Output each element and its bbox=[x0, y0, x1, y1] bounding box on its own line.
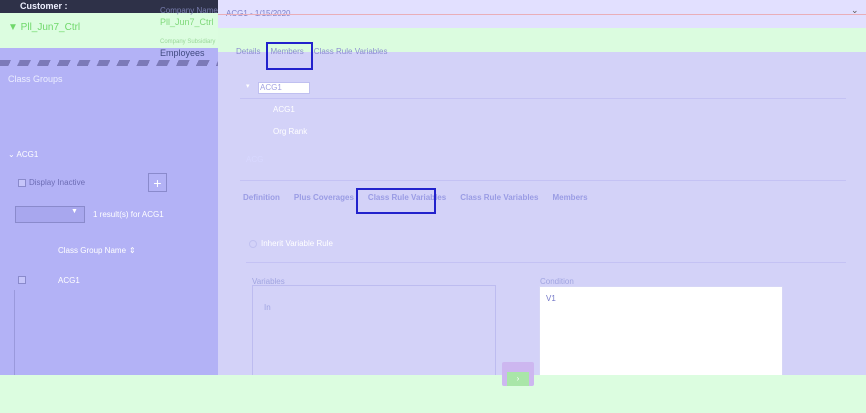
chevron-down-icon[interactable]: ⌄ bbox=[851, 5, 859, 16]
main-footer-area bbox=[218, 375, 866, 413]
sidebar-footer-area bbox=[0, 375, 218, 413]
company-name-label: Company Name bbox=[160, 6, 218, 15]
tree-node-label: ACG1 bbox=[260, 83, 282, 92]
inherit-rule-option[interactable]: Inherit Variable Rule bbox=[249, 239, 333, 248]
customer-label: Customer : bbox=[20, 1, 68, 11]
radio-label: Inherit Variable Rule bbox=[261, 239, 333, 248]
focus-ring bbox=[356, 188, 436, 214]
column-header-class-group-name[interactable]: Class Group Name bbox=[58, 246, 126, 255]
decorative-stripe bbox=[0, 60, 218, 66]
add-class-group-button[interactable]: + bbox=[148, 173, 167, 192]
display-inactive-label: Display Inactive bbox=[29, 178, 86, 187]
divider bbox=[240, 180, 846, 181]
customer-dropdown[interactable]: ▼ Pll_Jun7_Ctrl bbox=[8, 22, 80, 33]
focus-ring bbox=[266, 42, 313, 70]
row-checkbox[interactable] bbox=[18, 276, 26, 284]
radio-button[interactable] bbox=[249, 239, 257, 248]
table-row-name[interactable]: ACG1 bbox=[58, 276, 80, 285]
tab-class-rule-variables[interactable]: Class Rule Variables bbox=[460, 193, 538, 202]
tab-plus-coverages[interactable]: Plus Coverages bbox=[294, 193, 354, 202]
variables-list-item[interactable]: In bbox=[264, 303, 271, 312]
caret-down-icon[interactable]: ▾ bbox=[246, 82, 250, 90]
tab-definition[interactable]: Definition bbox=[243, 193, 280, 202]
tab-class-rule-variables[interactable]: Class Rule Variables bbox=[314, 47, 388, 56]
caret-down-icon: ▼ bbox=[71, 208, 78, 215]
divider bbox=[14, 290, 15, 380]
tab-details[interactable]: Details bbox=[236, 47, 260, 56]
results-count: 1 result(s) for ACG1 bbox=[93, 210, 164, 219]
class-groups-title: Class Groups bbox=[8, 74, 63, 84]
tree-item[interactable]: ACG bbox=[246, 155, 263, 164]
display-inactive-checkbox[interactable] bbox=[18, 178, 26, 187]
sort-icon[interactable]: ⇕ bbox=[129, 246, 136, 255]
tree-child-item[interactable]: ACG1 bbox=[273, 105, 295, 114]
action-button-label: › bbox=[507, 372, 529, 386]
divider bbox=[218, 14, 866, 15]
company-name-value: Pll_Jun7_Ctrl bbox=[160, 17, 214, 27]
tree-child-item[interactable]: Org Rank bbox=[273, 127, 307, 136]
divider bbox=[240, 98, 846, 99]
company-subsidiary-label: Company Subsidiary bbox=[160, 39, 216, 45]
tab-members[interactable]: Members bbox=[552, 193, 587, 202]
condition-label: Condition bbox=[540, 277, 574, 286]
sidebar-tree-item-acg1[interactable]: ⌄ ACG1 bbox=[8, 150, 38, 159]
divider bbox=[246, 262, 846, 263]
display-inactive-toggle[interactable]: Display Inactive bbox=[18, 178, 85, 187]
sidebar-tree-item-label: ACG1 bbox=[16, 150, 39, 159]
condition-value: V1 bbox=[546, 294, 556, 303]
company-subsidiary-value: Employees bbox=[160, 48, 205, 58]
